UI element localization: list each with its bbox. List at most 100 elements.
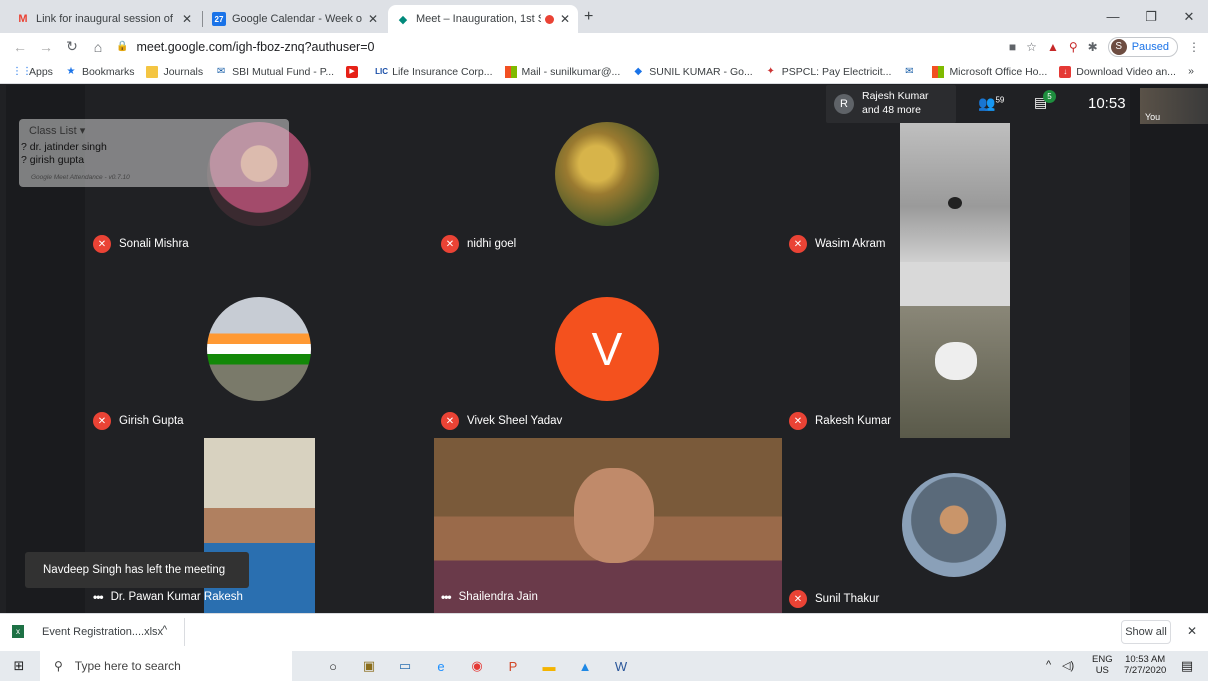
bookmark-mail-2[interactable]: ✉ (903, 66, 920, 78)
mic-off-icon: ✕ (93, 235, 111, 253)
profile-button[interactable]: S Paused (1107, 36, 1178, 57)
class-list-footer: Google Meet Attendance - v0.7.10 (31, 174, 130, 181)
excel-icon: x (12, 625, 24, 638)
bookmark-sbi[interactable]: ✉ SBI Mutual Fund - P... (215, 66, 334, 78)
address-bar[interactable]: 🔒 meet.google.com/igh-fboz-znq?authuser=… (116, 36, 374, 57)
task-view-icon[interactable]: ▭ (394, 655, 416, 677)
bookmark-bookmarks[interactable]: ★ Bookmarks (65, 66, 134, 78)
bookmark-lic[interactable]: LIC Life Insurance Corp... (375, 66, 492, 78)
class-list-panel[interactable]: Class List ▾ ? dr. jatinder singh ? giri… (19, 119, 289, 187)
participant-name: ✕ nidhi goel (441, 235, 516, 253)
taskbar-clock[interactable]: 10:53 AM 7/27/2020 (1124, 654, 1166, 676)
tab-meet[interactable]: ◆ Meet – Inauguration, 1st Ses ✕ (388, 5, 578, 33)
close-tab-icon[interactable]: ✕ (182, 12, 192, 26)
close-window-icon[interactable]: ✕ (1170, 0, 1208, 33)
language-indicator[interactable]: ENG US (1092, 654, 1113, 676)
participant-name: ✕ Sonali Mishra (93, 235, 189, 253)
tab-bar: M Link for inaugural session of FDP ✕ 27… (0, 0, 1208, 33)
bookmark-mail[interactable]: Mail - sunilkumar@... (504, 65, 620, 78)
calendar-icon: 27 (212, 12, 226, 26)
tab-title: Link for inaugural session of FDP (36, 13, 176, 25)
bookmark-download[interactable]: ↓ Download Video an... (1059, 65, 1176, 78)
maximize-icon[interactable]: ❐ (1132, 0, 1170, 33)
avatar (902, 473, 1006, 577)
reload-icon[interactable]: ↻ (60, 38, 84, 55)
forward-icon[interactable]: → (34, 39, 58, 55)
participant-name: ✕ Rakesh Kumar (789, 412, 891, 430)
word-icon[interactable]: W (610, 655, 632, 677)
bookmark-youtube[interactable]: ▶ (346, 65, 363, 78)
download-icon: ↓ (1059, 65, 1072, 78)
back-icon[interactable]: ← (8, 39, 32, 55)
close-icon[interactable]: ✕ (1187, 624, 1197, 638)
participant-name: ✕ Wasim Akram (789, 235, 886, 253)
avatar (207, 297, 311, 401)
participant-name: ••• Shailendra Jain (441, 590, 538, 604)
participant-name: ✕ Girish Gupta (93, 412, 184, 430)
meet-icon: ◆ (398, 13, 408, 26)
bookmarks-bar: ⋮⋮ Apps ★ Bookmarks Journals ✉ SBI Mutual F… (0, 60, 1208, 84)
bookmark-office[interactable]: Microsoft Office Ho... (932, 65, 1047, 78)
search-extension-icon[interactable]: ⚲ (1069, 40, 1078, 54)
chrome-icon[interactable]: ◉ (466, 655, 488, 677)
bookmark-pspcl[interactable]: ✦ PSPCL: Pay Electricit... (765, 66, 892, 78)
self-view[interactable]: You (1140, 88, 1208, 124)
file-explorer-icon[interactable]: ▬ (538, 655, 560, 677)
windows-start-icon[interactable]: ⊞ (8, 655, 30, 677)
pspcl-icon: ✦ (766, 65, 775, 77)
store-icon[interactable]: ▣ (358, 655, 380, 677)
class-list-title[interactable]: Class List ▾ (29, 124, 85, 137)
more-bookmarks-icon[interactable]: » (1188, 65, 1194, 77)
volume-icon[interactable]: ◁) (1062, 659, 1074, 672)
mic-off-icon: ✕ (789, 412, 807, 430)
mic-off-icon: ✕ (789, 590, 807, 608)
list-item: ? girish gupta (21, 154, 85, 166)
office-icon (932, 65, 945, 78)
bookmark-drive[interactable]: ◆ SUNIL KUMAR - Go... (632, 66, 752, 78)
bookmark-apps[interactable]: ⋮⋮ Apps (12, 66, 53, 78)
new-tab-button[interactable]: + (584, 8, 593, 26)
tab-title: Google Calendar - Week of 26 Ju (232, 13, 362, 25)
office-icon (504, 65, 517, 78)
taskbar-search-input[interactable]: ⚲ Type here to search (40, 651, 292, 681)
chevron-up-icon[interactable]: ^ (162, 624, 167, 636)
edge-icon[interactable]: e (430, 655, 452, 677)
video-feed (900, 262, 1010, 438)
cortana-icon[interactable]: ○ (322, 655, 344, 677)
participants-icon[interactable]: 👥59 (978, 95, 1004, 112)
puzzle-icon[interactable]: ✱ (1088, 40, 1098, 54)
list-item: ? dr. jatinder singh (21, 141, 107, 153)
tab-calendar[interactable]: 27 Google Calendar - Week of 26 Ju ✕ (204, 5, 386, 33)
presenter-more: and 48 more (862, 104, 921, 116)
meet-clock: 10:53 (1088, 95, 1126, 112)
presenter-chip[interactable]: R Rajesh Kumar and 48 more (826, 85, 956, 123)
close-tab-icon[interactable]: ✕ (560, 12, 570, 26)
notification-icon[interactable]: ▤ (1176, 655, 1198, 677)
download-file-name[interactable]: Event Registration....xlsx (42, 626, 163, 638)
pdf-extension-icon[interactable]: ▲ (1047, 40, 1059, 54)
mic-off-icon: ✕ (441, 412, 459, 430)
video-feed (434, 438, 782, 613)
photos-icon[interactable]: ▲ (574, 655, 596, 677)
show-all-button[interactable]: Show all (1121, 620, 1171, 644)
tray-chevron-icon[interactable]: ^ (1046, 659, 1051, 671)
lic-icon: LIC (375, 66, 388, 76)
avatar: V (555, 297, 659, 401)
camera-icon[interactable]: ■ (1009, 40, 1016, 54)
gmail-icon: M (18, 13, 28, 25)
minimize-icon[interactable]: — (1094, 0, 1132, 33)
tab-gmail[interactable]: M Link for inaugural session of FDP ✕ (8, 5, 200, 33)
menu-icon[interactable]: ⋮ (1188, 40, 1200, 54)
presenter-name: Rajesh Kumar (862, 90, 929, 102)
extensions-area: ■ ☆ ▲ ⚲ ✱ S Paused ⋮ (1009, 33, 1200, 60)
video-feed (900, 123, 1010, 262)
avatar (555, 122, 659, 226)
home-icon[interactable]: ⌂ (86, 39, 110, 55)
bookmark-journals[interactable]: Journals (146, 65, 203, 78)
mail-icon: ✉ (216, 65, 226, 77)
powerpoint-icon[interactable]: P (502, 655, 524, 677)
mic-off-icon: ✕ (789, 235, 807, 253)
close-tab-icon[interactable]: ✕ (368, 12, 378, 26)
chat-icon[interactable]: ▤ 5 (1034, 90, 1056, 111)
bookmark-star-icon[interactable]: ☆ (1026, 40, 1037, 54)
